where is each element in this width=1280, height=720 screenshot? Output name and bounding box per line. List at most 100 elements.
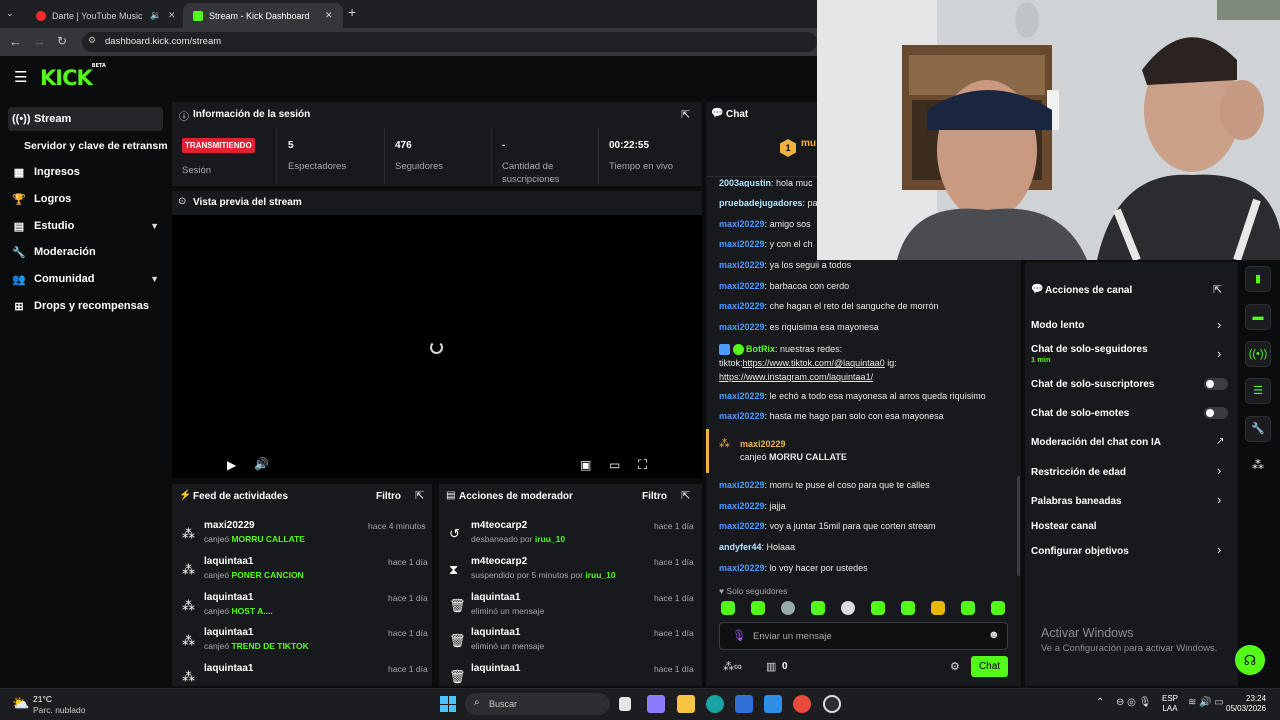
- action-modo-lento[interactable]: Modo lento: [1031, 320, 1084, 331]
- mail-icon[interactable]: [764, 695, 782, 713]
- sidebar-item-drops[interactable]: ⊞ Drops y recompensas: [8, 294, 163, 318]
- tiktok-link[interactable]: https://www.tiktok.com/@laquintaa0: [743, 358, 885, 368]
- action-solo-seguidores[interactable]: Chat de solo-seguidores: [1031, 344, 1148, 355]
- speaker-icon[interactable]: 🔉: [150, 10, 161, 21]
- copilot-icon[interactable]: [647, 695, 665, 713]
- emoji-icon[interactable]: ☻: [988, 629, 1000, 641]
- reload-icon[interactable]: ↻: [57, 34, 67, 48]
- edge-icon[interactable]: [706, 695, 724, 713]
- back-icon[interactable]: ←: [9, 34, 22, 49]
- volume-icon[interactable]: 🔊: [254, 457, 269, 471]
- emote-icon[interactable]: [781, 601, 795, 615]
- settings-icon[interactable]: ⚙: [950, 660, 960, 673]
- action-solo-emotes[interactable]: Chat de solo-emotes: [1031, 408, 1129, 419]
- emote-icon[interactable]: [751, 601, 765, 615]
- broadcast-icon[interactable]: ((•)): [1245, 341, 1271, 367]
- popout-icon[interactable]: ⇱: [681, 489, 690, 502]
- layout-icon[interactable]: ☰: [1245, 378, 1271, 404]
- close-icon[interactable]: ✕: [325, 10, 333, 21]
- chevron-right-icon[interactable]: ›: [1217, 346, 1221, 361]
- chrome-icon[interactable]: [793, 695, 811, 713]
- modaction-user[interactable]: laquintaa1: [471, 592, 520, 603]
- chat-input[interactable]: 🎙 Enviar un mensaje ☻: [719, 622, 1008, 650]
- chat-user[interactable]: maxi20229: [740, 439, 786, 449]
- chat-user[interactable]: 2003agustin: [719, 178, 771, 187]
- chat-user[interactable]: maxi20229: [719, 301, 765, 311]
- chat-user[interactable]: maxi20229: [719, 480, 765, 490]
- chat-user[interactable]: maxi20229: [719, 501, 765, 511]
- action-palabras-baneadas[interactable]: Palabras baneadas: [1031, 496, 1122, 507]
- chat-user[interactable]: maxi20229: [719, 411, 765, 421]
- modactions-filter-button[interactable]: Filtro: [642, 491, 667, 502]
- sidebar-item-logros[interactable]: 🏆 Logros: [8, 187, 163, 211]
- file-explorer-icon[interactable]: [677, 695, 695, 713]
- chat-user[interactable]: pruebadejugadores: [719, 198, 803, 208]
- emote-icon[interactable]: [721, 601, 735, 615]
- action-moderacion-ia[interactable]: Moderación del chat con IA: [1031, 437, 1161, 448]
- tray-chevron-icon[interactable]: ⌃: [1096, 697, 1104, 708]
- action-configurar-objetivos[interactable]: Configurar objetivos: [1031, 546, 1129, 557]
- clock[interactable]: 23:24 05/03/2026: [1226, 694, 1266, 714]
- sidebar-item-moderacion[interactable]: 🔧 Moderación: [8, 240, 163, 264]
- stream-info-icon[interactable]: ▮: [1245, 266, 1271, 292]
- emote-icon[interactable]: [931, 601, 945, 615]
- chat-user[interactable]: maxi20229: [719, 281, 765, 291]
- rewards-icon[interactable]: ⁂: [1252, 458, 1264, 472]
- tab-youtube-music[interactable]: Darte | YouTube Music 🔉 ✕: [26, 3, 182, 28]
- menu-icon[interactable]: ☰: [14, 68, 27, 86]
- popout-icon[interactable]: ⇱: [1213, 283, 1222, 296]
- chat-user[interactable]: maxi20229: [719, 521, 765, 531]
- fullscreen-icon[interactable]: ⛶: [638, 457, 647, 473]
- site-info-icon[interactable]: ⚙: [88, 35, 96, 46]
- tab-kick-dashboard[interactable]: Stream - Kick Dashboard ✕: [183, 3, 343, 28]
- send-chat-button[interactable]: Chat: [971, 656, 1008, 677]
- chat-user[interactable]: maxi20229: [719, 322, 765, 332]
- popout-icon[interactable]: ⇱: [681, 108, 690, 121]
- theater-mode-icon[interactable]: ▭: [609, 458, 620, 472]
- new-tab-button[interactable]: +: [348, 4, 356, 20]
- action-restriccion-edad[interactable]: Restricción de edad: [1031, 467, 1126, 478]
- solo-emotes-toggle[interactable]: [1204, 407, 1228, 419]
- chat-scrollbar[interactable]: [1017, 476, 1020, 576]
- store-icon[interactable]: [735, 695, 753, 713]
- activity-user[interactable]: laquintaa1: [204, 556, 253, 567]
- pip-icon[interactable]: ▣: [580, 458, 591, 472]
- emote-icon[interactable]: [991, 601, 1005, 615]
- chat-user[interactable]: maxi20229: [719, 563, 765, 573]
- modaction-by[interactable]: iruu_10: [535, 534, 565, 544]
- chat-user[interactable]: maxi20229: [719, 219, 765, 229]
- sidebar-item-server-key[interactable]: Servidor y clave de retransm: [8, 134, 178, 158]
- emote-icon[interactable]: [961, 601, 975, 615]
- activity-user[interactable]: laquintaa1: [204, 627, 253, 638]
- network-volume-icons[interactable]: ≋ 🔊 ▭: [1188, 697, 1224, 708]
- emote-icon[interactable]: [871, 601, 885, 615]
- modaction-user[interactable]: laquintaa1: [471, 663, 520, 674]
- activity-user[interactable]: laquintaa1: [204, 663, 253, 674]
- chevron-right-icon[interactable]: ›: [1217, 542, 1221, 557]
- modaction-user[interactable]: m4teocarp2: [471, 520, 527, 531]
- emote-icon[interactable]: [811, 601, 825, 615]
- instagram-link[interactable]: https://www.instagram.com/laquintaa1/: [719, 372, 873, 382]
- task-view-icon[interactable]: [619, 697, 631, 711]
- sidebar-item-stream[interactable]: ((•)) Stream: [8, 107, 163, 131]
- chat-user[interactable]: maxi20229: [719, 239, 765, 249]
- chat-user[interactable]: maxi20229: [719, 391, 765, 401]
- solo-suscriptores-toggle[interactable]: [1204, 378, 1228, 390]
- kick-logo[interactable]: KICKBETA: [40, 63, 106, 90]
- modaction-user[interactable]: laquintaa1: [471, 627, 520, 638]
- close-icon[interactable]: ✕: [168, 10, 176, 21]
- chat-user[interactable]: andyfer44: [719, 542, 762, 552]
- wrench-icon[interactable]: 🔧: [1245, 416, 1271, 442]
- tray-icons[interactable]: ⊖ ◎ 🎙: [1116, 697, 1151, 708]
- forward-icon[interactable]: →: [33, 34, 46, 49]
- sidebar-item-ingresos[interactable]: ▦ Ingresos: [8, 160, 163, 184]
- emote-icon[interactable]: [841, 601, 855, 615]
- emote-icon[interactable]: [901, 601, 915, 615]
- chat-user[interactable]: BotRix: [746, 344, 775, 354]
- modaction-by[interactable]: iruu_10: [585, 570, 615, 580]
- chevron-right-icon[interactable]: ›: [1217, 492, 1221, 507]
- modaction-user[interactable]: m4teocarp2: [471, 556, 527, 567]
- obs-icon[interactable]: [823, 695, 841, 713]
- chevron-right-icon[interactable]: ›: [1217, 317, 1221, 332]
- pinned-user[interactable]: mu: [801, 138, 816, 149]
